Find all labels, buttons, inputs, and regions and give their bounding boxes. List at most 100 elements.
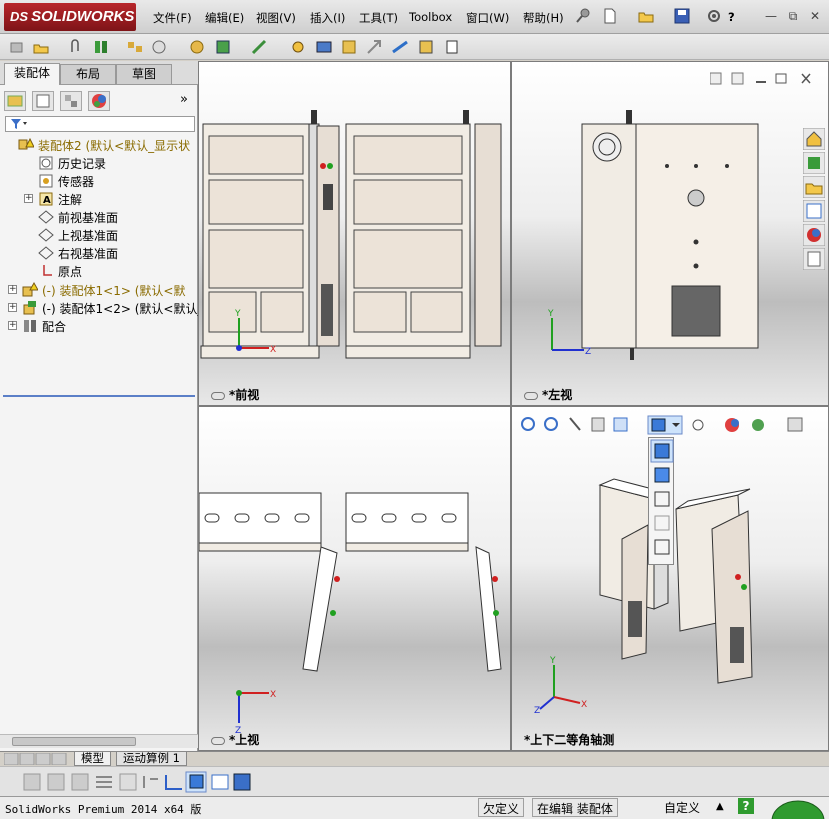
tab-motion-study[interactable]: 运动算例 1 [116,752,187,766]
component-icon[interactable] [8,38,26,56]
menu-help[interactable]: 帮助(H) [523,10,564,26]
menu-window[interactable]: 窗口(W) [466,10,509,26]
property-manager-icon[interactable] [32,91,54,111]
pushpin-icon[interactable] [574,7,592,25]
expand-toggle[interactable]: + [8,285,17,294]
appearances-icon[interactable] [803,224,825,246]
tree-item[interactable]: 传感器 [0,172,198,190]
scrollbar-thumb[interactable] [12,737,136,746]
display-manager-icon[interactable] [88,91,110,111]
plane-icon [38,210,54,224]
tree-item[interactable]: + (-) 装配体1<2> (默认<默认_ [0,299,198,317]
reference-geometry-icon[interactable] [289,38,307,56]
explode-line-sketch-icon[interactable] [391,38,409,56]
rebuild-icon[interactable] [443,38,461,56]
menu-edit[interactable]: 编辑(E) [205,10,244,26]
task-pane-tabs [803,128,827,270]
tree-item[interactable]: 右视基准面 [0,244,198,262]
paperclip-icon[interactable] [66,38,84,56]
linear-pattern-icon[interactable] [126,38,144,56]
exploded-view-icon[interactable] [365,38,383,56]
menu-toolbox[interactable]: Toolbox [409,10,452,24]
tree-item[interactable]: 前视基准面 [0,208,198,226]
view-toolbar-icons[interactable] [22,771,262,793]
assembly-features-icon[interactable] [250,38,268,56]
tree-item[interactable]: 原点 [0,262,198,280]
insert-component-icon[interactable] [32,38,50,56]
menu-tools[interactable]: 工具(T) [359,10,398,26]
custom-properties-icon[interactable] [803,248,825,270]
tree-filter-input[interactable] [5,116,195,132]
performance-gauge-icon [771,800,825,819]
status-definition: 欠定义 [478,798,525,817]
configuration-manager-icon[interactable] [60,91,82,111]
display-style-dropdown[interactable] [648,437,674,565]
view-palette-icon[interactable] [803,200,825,222]
help-button[interactable]: ? [728,10,735,24]
viewport-top[interactable]: X Z *上视 [198,406,511,751]
show-hidden-icon[interactable] [214,38,232,56]
heads-up-view-toolbar[interactable] [518,415,824,435]
open-folder-icon[interactable] [637,7,655,25]
menu-file[interactable]: 文件(F) [153,10,192,26]
view-toolbar [0,766,829,796]
viewport-left[interactable]: Y Z *左视 [511,61,829,406]
tree-item[interactable]: + A 注解 [0,190,198,208]
tree-item-label: 传感器 [58,175,95,189]
tab-model[interactable]: 模型 [74,752,111,766]
tab-assembly[interactable]: 装配体 [4,63,60,85]
panel-expand-button[interactable]: » [180,92,188,107]
tab-layout[interactable]: 布局 [60,64,116,84]
top-view-model: X Z [199,492,502,736]
new-motion-study-icon[interactable] [315,38,333,56]
viewport-isometric[interactable]: Y X Z *上下二等角轴测 [511,406,829,751]
history-icon [39,156,53,170]
tree-item[interactable]: 上视基准面 [0,226,198,244]
mate-icon[interactable] [92,38,110,56]
tree-item-label: 配合 [42,320,67,334]
tree-item[interactable]: + (-) 装配体1<1> (默认<默 [0,281,198,299]
status-units[interactable]: 自定义 [664,799,700,816]
units-up-arrow-icon[interactable]: ▲ [716,801,724,812]
tree-item-label: (-) 装配体1<1> (默认<默 [42,284,186,298]
subassembly-icon [23,301,36,315]
feature-manager-panel: 装配体 布局 草图 » 装配体2 (默认<默认_显示状历史记录传感器 + A 注解 前视… [0,61,198,751]
tab-scroll-arrows[interactable] [4,753,68,765]
restore-button[interactable]: ⧉ [786,9,800,23]
viewport-front[interactable]: Y X *前视 [198,61,511,406]
filter-icon [11,119,27,129]
tree-horizontal-scrollbar[interactable] [0,734,198,748]
tree-item-label: 上视基准面 [58,229,119,243]
assembly-warning-icon [18,137,34,150]
close-button[interactable]: ✕ [808,9,822,23]
menu-insert[interactable]: 插入(I) [310,10,345,26]
tree-item-label: 历史记录 [58,157,107,171]
viewport-window-controls[interactable] [710,72,824,86]
design-library-icon[interactable] [803,152,825,174]
move-component-icon[interactable] [188,38,206,56]
expand-toggle[interactable]: + [8,303,17,312]
file-explorer-icon[interactable] [803,176,825,198]
status-help-button[interactable]: ? [738,798,754,814]
tree-item[interactable]: 装配体2 (默认<默认_显示状 [0,136,198,154]
display-style-options [650,439,674,555]
save-icon[interactable] [673,7,691,25]
status-bar: SolidWorks Premium 2014 x64 版 欠定义 在编辑 装配… [0,796,829,819]
tab-sketch[interactable]: 草图 [116,64,172,84]
smart-fastener-icon[interactable] [150,38,168,56]
home-icon[interactable] [803,128,825,150]
minimize-button[interactable]: — [764,9,778,23]
bill-of-materials-icon[interactable] [340,38,358,56]
instant-3d-icon[interactable] [417,38,435,56]
tree-item[interactable]: 历史记录 [0,154,198,172]
expand-toggle[interactable]: + [8,321,17,330]
expand-toggle[interactable]: + [24,194,33,203]
menu-view[interactable]: 视图(V) [256,10,296,26]
tree-item[interactable]: + 配合 [0,317,198,335]
tree-item-label: 装配体2 (默认<默认_显示状 [38,139,191,153]
options-icon[interactable] [705,7,723,25]
new-document-icon[interactable] [601,7,619,25]
feature-tree-icon[interactable] [4,91,26,111]
plane-icon [38,228,54,242]
brand-name: SOLIDWORKS [31,8,135,25]
